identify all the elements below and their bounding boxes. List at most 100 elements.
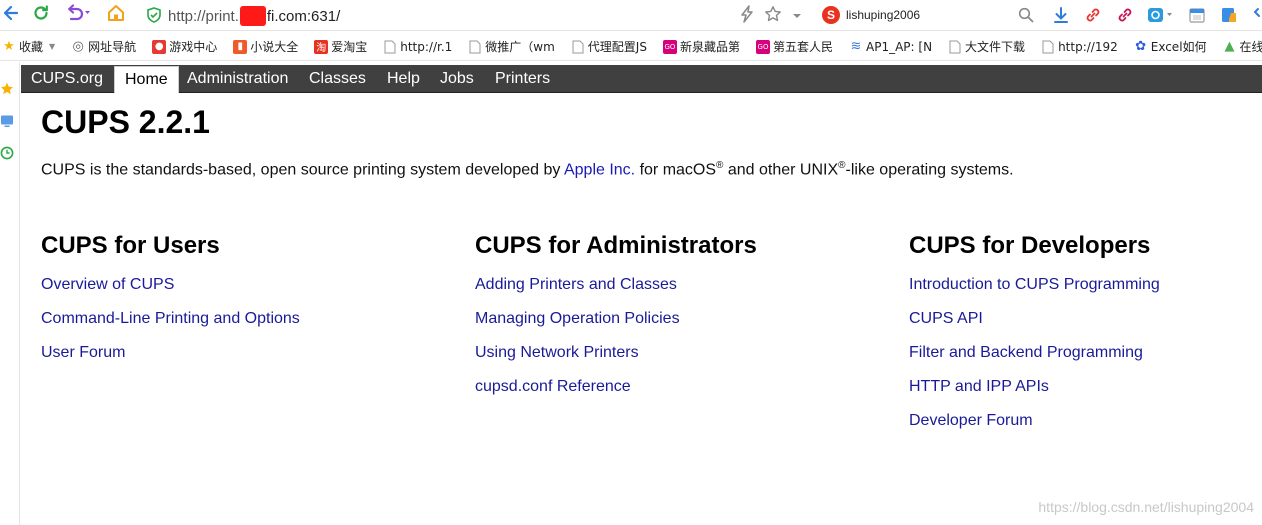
home-button[interactable] xyxy=(105,4,127,26)
bookmark-label: 新泉藏品第 xyxy=(679,40,740,54)
bookmark-label: http://r.1 xyxy=(400,39,453,54)
doc-link[interactable]: Adding Printers and Classes xyxy=(475,268,895,302)
section-column: CUPS for Developers Introduction to CUPS … xyxy=(909,232,1262,438)
bookmark-item[interactable]: ✿ Excel如何 xyxy=(1134,38,1207,55)
calendar-icon[interactable] xyxy=(1186,4,1208,26)
download-icon[interactable] xyxy=(1050,4,1072,26)
bookmark-item[interactable]: ▲ 在线 xyxy=(1223,38,1262,55)
apple-inc-link[interactable]: Apple Inc. xyxy=(564,161,635,178)
browser-extensions xyxy=(1050,4,1262,26)
doc-link[interactable]: Introduction to CUPS Programming xyxy=(909,268,1262,302)
link-alt-icon[interactable] xyxy=(1114,4,1136,26)
nav-tab-printers[interactable]: Printers xyxy=(485,65,560,93)
address-dropdown-icon[interactable] xyxy=(792,8,802,26)
bookmark-item[interactable]: GO 新泉藏品第 xyxy=(662,38,740,55)
page-icon xyxy=(571,40,585,54)
list-item: CUPS API xyxy=(909,302,1262,336)
url-redaction xyxy=(239,6,266,26)
nav-tab-classes[interactable]: Classes xyxy=(299,65,376,93)
bookmark-item[interactable]: http://r.1 xyxy=(383,40,452,54)
sogou-logo-icon: S xyxy=(822,6,840,24)
bookmark-label: 收藏 xyxy=(19,40,44,54)
undo-close-button[interactable] xyxy=(62,3,94,27)
globe-icon: ◎ xyxy=(72,39,84,54)
bookmark-item[interactable]: ▮ 小说大全 xyxy=(233,38,298,55)
cloud-sync-icon[interactable] xyxy=(1146,4,1176,26)
star-bookmark-icon[interactable] xyxy=(764,5,782,28)
doc-link[interactable]: Overview of CUPS xyxy=(41,268,461,302)
link-icon[interactable] xyxy=(1082,4,1104,26)
bookmark-item[interactable]: ★ 收藏 ▼ xyxy=(2,38,55,55)
doc-link[interactable]: Command-Line Printing and Options xyxy=(41,302,461,336)
doc-link[interactable]: Filter and Backend Programming xyxy=(909,336,1262,370)
chevron-down-icon[interactable]: ▼ xyxy=(49,42,55,51)
intro-text-2: for macOS xyxy=(635,161,717,179)
doc-link[interactable]: User Forum xyxy=(41,336,461,370)
bookmark-item[interactable]: 代理配置JS xyxy=(571,38,647,55)
doc-link[interactable]: CUPS API xyxy=(909,302,1262,336)
star-icon: ★ xyxy=(3,39,15,54)
bookmark-label: http://192 xyxy=(1058,39,1118,54)
doc-link[interactable]: cupsd.conf Reference xyxy=(475,370,895,404)
list-item: Adding Printers and Classes xyxy=(475,268,895,302)
section-link-list: Overview of CUPS Command-Line Printing an… xyxy=(41,268,461,370)
list-item: Managing Operation Policies xyxy=(475,302,895,336)
taobao-icon: 淘 xyxy=(314,39,329,54)
screen-monitor-icon[interactable] xyxy=(0,114,14,128)
search-box[interactable]: S lishuping2006 xyxy=(816,4,1038,26)
nav-tab-cups-org[interactable]: CUPS.org xyxy=(21,65,113,93)
intro-text-4: -like operating systems. xyxy=(845,161,1014,179)
nav-tab-administration[interactable]: Administration xyxy=(177,65,298,93)
intro-text-3: and other UNIX xyxy=(723,161,839,179)
section-link-list: Introduction to CUPS Programming CUPS API… xyxy=(909,268,1262,438)
favorites-star-icon[interactable] xyxy=(0,82,14,96)
address-bar[interactable]: http://print. fi.com:631/ xyxy=(140,4,810,26)
baidu-icon: ✿ xyxy=(1135,39,1147,54)
book-icon: ▮ xyxy=(233,39,248,54)
section-link-list: Adding Printers and Classes Managing Oper… xyxy=(475,268,895,404)
list-item: Overview of CUPS xyxy=(41,268,461,302)
bookmark-item[interactable]: 微推广（wm xyxy=(468,38,555,55)
refresh-button[interactable] xyxy=(30,4,52,26)
page-icon xyxy=(383,40,397,54)
undo-icon xyxy=(65,3,91,27)
page-icon xyxy=(1041,40,1055,54)
list-item: Command-Line Printing and Options xyxy=(41,302,461,336)
back-button[interactable] xyxy=(0,4,22,26)
bookmark-label: 游戏中心 xyxy=(169,40,218,54)
bookmark-item[interactable]: ● 游戏中心 xyxy=(152,38,217,55)
browser-sidebar xyxy=(0,62,20,525)
gome-icon: GO xyxy=(662,39,677,54)
game-icon: ● xyxy=(152,39,167,54)
screenshot-icon[interactable] xyxy=(1218,4,1240,26)
bookmark-item[interactable]: GO 第五套人民 xyxy=(755,38,833,55)
history-clock-icon[interactable] xyxy=(0,146,14,160)
nav-tab-jobs[interactable]: Jobs xyxy=(430,65,484,93)
bookmark-item[interactable]: ◎ 网址导航 xyxy=(71,38,137,55)
bookmark-label: AP1_AP: [N xyxy=(866,39,933,54)
doc-link[interactable]: Developer Forum xyxy=(909,404,1262,438)
refresh-icon xyxy=(32,4,50,27)
bookmark-item[interactable]: ≋ AP1_AP: [N xyxy=(849,39,933,54)
puzzle-extension-icon[interactable] xyxy=(1250,4,1262,26)
bookmark-item[interactable]: 淘爱淘宝 xyxy=(314,38,367,55)
page-icon xyxy=(468,40,482,54)
nav-tab-help[interactable]: Help xyxy=(377,65,430,93)
doc-link[interactable]: Using Network Printers xyxy=(475,336,895,370)
doc-link[interactable]: HTTP and IPP APIs xyxy=(909,370,1262,404)
home-icon xyxy=(106,3,126,28)
nav-tab-home[interactable]: Home xyxy=(114,66,179,93)
bookmark-item[interactable]: http://192 xyxy=(1041,40,1118,54)
doc-link[interactable]: Managing Operation Policies xyxy=(475,302,895,336)
intro-paragraph: CUPS is the standards-based, open source… xyxy=(41,160,1014,179)
section-heading: CUPS for Administrators xyxy=(475,232,757,259)
bookmarks-bar: ★ 收藏 ▼ ◎ 网址导航 ● 游戏中心 ▮ 小说大全淘爱淘宝 http://r.1 微推广（wm 代… xyxy=(0,33,1262,61)
section-column: CUPS for Users Overview of CUPS Command-Li… xyxy=(41,232,461,370)
bookmark-label: Excel如何 xyxy=(1150,40,1207,54)
address-bar-actions xyxy=(740,5,802,28)
search-icon[interactable] xyxy=(1018,7,1034,28)
bookmark-item[interactable]: 大文件下载 xyxy=(948,38,1025,55)
bookmark-label: 在线 xyxy=(1239,40,1262,54)
lightning-icon[interactable] xyxy=(740,5,754,28)
bookmark-label: 大文件下载 xyxy=(965,40,1026,54)
